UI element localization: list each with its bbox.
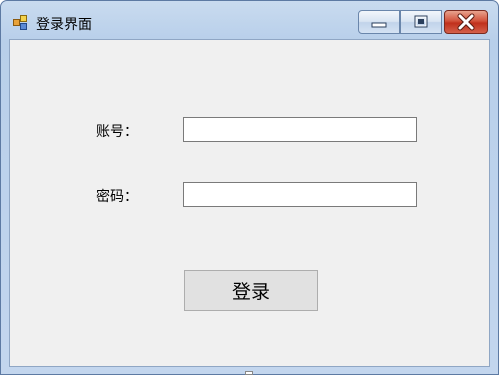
form-client-area: 账号： 密码： 登录 <box>9 39 490 367</box>
minimize-button[interactable] <box>358 10 400 34</box>
minimize-icon <box>371 22 387 28</box>
account-input[interactable] <box>183 117 417 142</box>
password-input[interactable] <box>183 182 417 207</box>
password-label: 密码： <box>96 189 138 205</box>
login-button[interactable]: 登录 <box>184 270 318 311</box>
maximize-button[interactable] <box>400 10 442 34</box>
app-icon[interactable] <box>13 15 29 31</box>
window-title: 登录界面 <box>36 17 92 33</box>
title-bar[interactable]: 登录界面 <box>1 1 498 39</box>
account-label: 账号： <box>96 124 138 140</box>
close-button[interactable] <box>444 10 488 34</box>
maximize-icon <box>414 15 428 28</box>
close-icon <box>457 13 475 31</box>
login-window: 登录界面 账号： 密码： 登录 <box>0 0 499 375</box>
resize-grip[interactable] <box>245 371 253 375</box>
